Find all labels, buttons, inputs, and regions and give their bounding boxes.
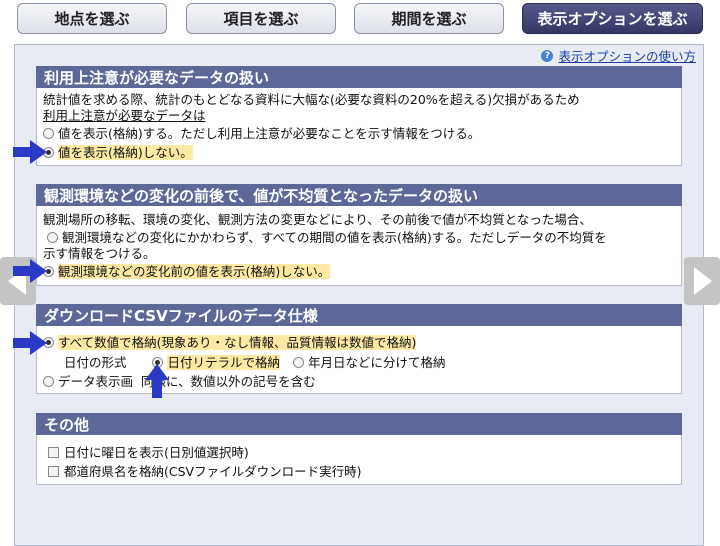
tab-select-period[interactable]: 期間を選ぶ: [354, 3, 504, 34]
next-button[interactable]: [684, 257, 720, 305]
env-option-hide-label: 観測環境などの変化前の値を表示(格納)しない。: [58, 264, 331, 279]
help-link[interactable]: 表示オプションの使い方: [558, 46, 696, 65]
caution-desc: 統計値を求める際、統計のもとどなる資料に大幅な(必要な資料の20%を超える)欠損…: [43, 92, 580, 107]
tab-display-options[interactable]: 表示オプションを選ぶ: [522, 3, 703, 34]
option-weekday[interactable]: 日付に曜日を表示(日別値選択時): [48, 444, 249, 461]
env-option-show-label: 観測環境などの変化にかかわらず、すべての期間の値を表示(格納)する。ただしデータ…: [62, 230, 607, 245]
env-option-show-cont: 示す情報をつける。: [43, 246, 156, 261]
pointer-arrow-icon: [13, 259, 47, 283]
arrow-right-icon: [694, 267, 712, 295]
section-other-title: その他: [36, 413, 682, 435]
caution-option-hide[interactable]: 値を表示(格納)しない。: [43, 144, 193, 161]
pointer-arrow-icon: [13, 331, 47, 355]
pointer-arrow-up-icon: [145, 364, 169, 398]
date-format-row: 日付の形式 日付リテラルで格納 年月日などに分けて格納: [64, 354, 445, 371]
section-csv-title: ダウンロードCSVファイルのデータ仕様: [36, 304, 682, 326]
section-env-title: 観測環境などの変化の前後で、値が不均質となったデータの扱い: [36, 184, 682, 206]
csv-option-display[interactable]: データ表示画 同様に、数値以外の記号を含む: [43, 373, 316, 390]
caution-option-show-label: 値を表示(格納)する。ただし利用上注意が必要なことを示す情報をつける。: [58, 126, 481, 141]
pointer-arrow-icon: [13, 140, 47, 164]
radio-date-split[interactable]: [292, 357, 304, 368]
help: ? 表示オプションの使い方: [541, 46, 696, 65]
csv-option-display-label-a: データ表示画: [58, 374, 134, 389]
tab-select-item[interactable]: 項目を選ぶ: [186, 3, 336, 34]
env-option-show[interactable]: 観測環境などの変化にかかわらず、すべての期間の値を表示(格納)する。ただしデータ…: [47, 229, 607, 246]
env-option-hide[interactable]: 観測環境などの変化前の値を表示(格納)しない。: [43, 263, 331, 280]
csv-option-numeric-label: すべて数値で格納(現象あり・なし情報、品質情報は数値で格納): [58, 335, 417, 350]
caution-option-show[interactable]: 値を表示(格納)する。ただし利用上注意が必要なことを示す情報をつける。: [43, 125, 480, 142]
prefecture-label: 都道府県名を格納(CSVファイルダウンロード実行時): [64, 464, 362, 479]
date-split-label: 年月日などに分けて格納: [307, 355, 446, 370]
option-prefecture[interactable]: 都道府県名を格納(CSVファイルダウンロード実行時): [48, 463, 361, 480]
date-format-label: 日付の形式: [64, 355, 127, 370]
date-literal-label: 日付リテラルで格納: [167, 355, 280, 370]
csv-option-numeric[interactable]: すべて数値で格納(現象あり・なし情報、品質情報は数値で格納): [43, 334, 417, 351]
radio-caution-show[interactable]: [43, 128, 54, 139]
env-desc: 観測場所の移転、環境の変化、観測方法の変更などにより、その前後で値が不均質となっ…: [43, 212, 592, 227]
radio-csv-display[interactable]: [43, 376, 54, 387]
checkbox-weekday[interactable]: [48, 447, 59, 458]
tab-select-station[interactable]: 地点を選ぶ: [17, 3, 167, 34]
section-caution-title: 利用上注意が必要なデータの扱い: [36, 66, 682, 88]
help-icon: ?: [541, 49, 554, 62]
weekday-label: 日付に曜日を表示(日別値選択時): [64, 445, 249, 460]
caution-desc-underlined: 利用上注意が必要なデータは: [43, 108, 206, 123]
caution-option-hide-label: 値を表示(格納)しない。: [58, 145, 193, 160]
radio-env-show[interactable]: [47, 232, 58, 243]
checkbox-prefecture[interactable]: [48, 466, 59, 477]
